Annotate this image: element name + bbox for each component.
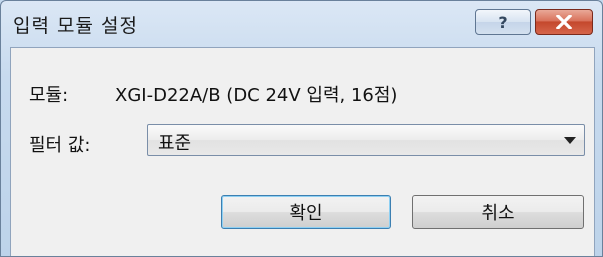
filter-selected-value: 표준 <box>158 133 192 154</box>
module-value: XGI-D22A/B (DC 24V 입력, 16점) <box>115 85 398 106</box>
dialog-window: 입력 모듈 설정 ? 모듈: XGI-D22A/B (DC 24V 입력, 16… <box>0 0 603 257</box>
close-icon <box>556 15 572 29</box>
window-title: 입력 모듈 설정 <box>13 15 138 37</box>
filter-select[interactable]: 표준 <box>147 124 585 156</box>
close-button[interactable] <box>535 9 593 35</box>
title-bar[interactable]: 입력 모듈 설정 ? <box>1 1 602 47</box>
help-icon: ? <box>498 12 508 32</box>
module-label: 모듈: <box>29 85 69 106</box>
help-button[interactable]: ? <box>475 9 531 35</box>
cancel-button-label: 취소 <box>481 203 515 224</box>
ok-button[interactable]: 확인 <box>221 195 391 229</box>
dialog-body: 모듈: XGI-D22A/B (DC 24V 입력, 16점) 필터 값: 표준… <box>10 47 595 256</box>
ok-button-label: 확인 <box>289 203 323 224</box>
cancel-button[interactable]: 취소 <box>412 195 584 229</box>
chevron-down-icon <box>564 137 576 144</box>
filter-label: 필터 값: <box>29 135 91 156</box>
